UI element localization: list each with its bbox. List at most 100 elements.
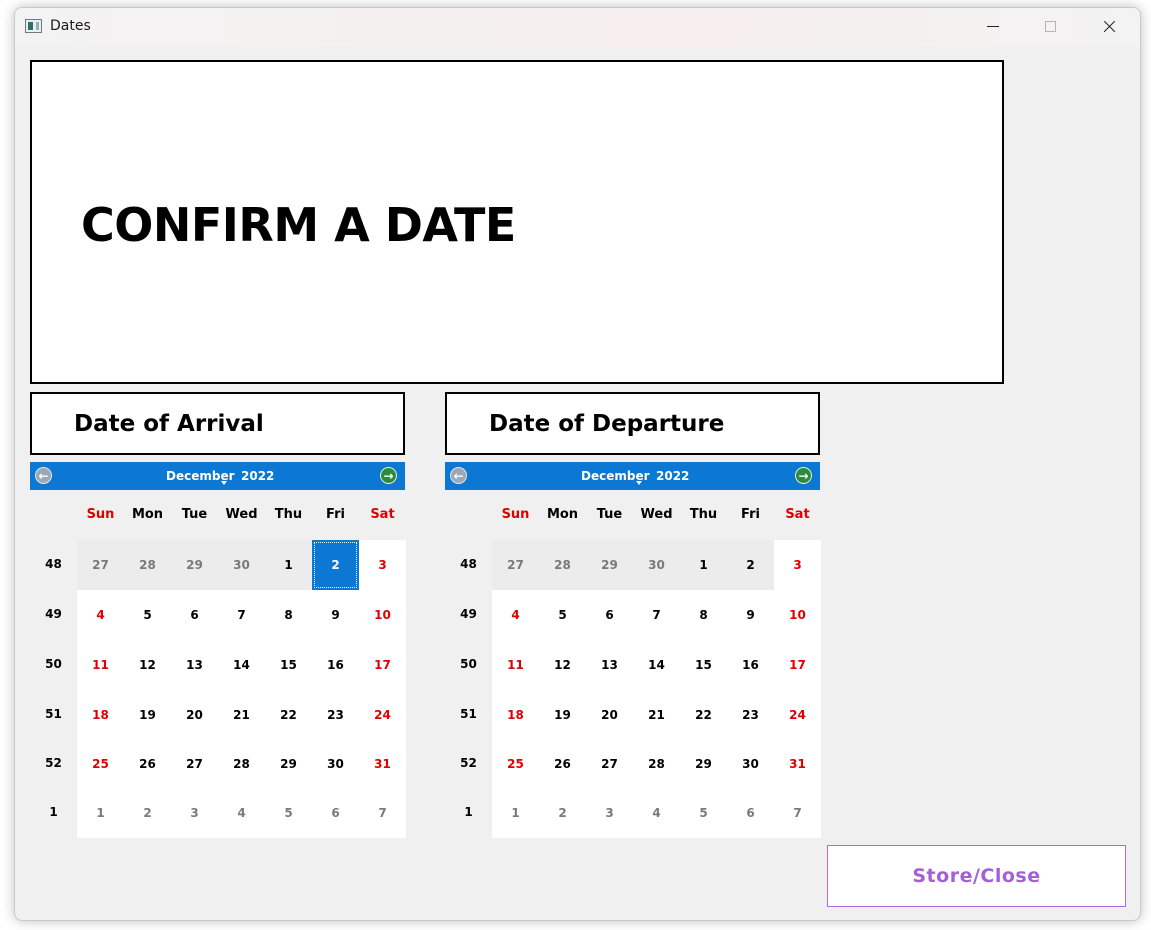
calendar-day[interactable]: 2 <box>539 788 586 838</box>
calendar-day[interactable]: 9 <box>727 590 774 640</box>
calendar-day[interactable]: 23 <box>727 690 774 740</box>
calendar-day[interactable]: 29 <box>171 540 218 590</box>
calendar-day[interactable]: 21 <box>633 690 680 740</box>
calendar-day[interactable]: 29 <box>586 540 633 590</box>
calendar-day[interactable]: 12 <box>539 640 586 690</box>
next-month-icon[interactable]: → <box>795 467 812 484</box>
next-month-icon[interactable]: → <box>380 467 397 484</box>
calendar-day[interactable]: 22 <box>265 690 312 740</box>
calendar-day[interactable]: 4 <box>633 788 680 838</box>
calendar-day[interactable]: 4 <box>77 590 124 640</box>
calendar-day[interactable]: 3 <box>359 540 406 590</box>
calendar-day[interactable]: 28 <box>633 739 680 789</box>
year-selector[interactable]: 2022 <box>241 469 274 483</box>
calendar-day[interactable]: 5 <box>124 590 171 640</box>
calendar-day[interactable]: 28 <box>539 540 586 590</box>
calendar-day[interactable]: 5 <box>539 590 586 640</box>
chevron-down-icon <box>221 481 227 485</box>
calendar-day[interactable]: 7 <box>774 788 821 838</box>
calendar-day[interactable]: 25 <box>492 739 539 789</box>
prev-month-icon[interactable]: ← <box>450 467 467 484</box>
calendar-day[interactable]: 14 <box>633 640 680 690</box>
calendar-day[interactable]: 27 <box>586 739 633 789</box>
calendar-day[interactable]: 27 <box>77 540 124 590</box>
store-close-button[interactable]: Store/Close <box>827 845 1126 907</box>
week-number: 49 <box>45 607 62 621</box>
calendar-day[interactable]: 3 <box>774 540 821 590</box>
calendar-day[interactable]: 16 <box>727 640 774 690</box>
calendar-day[interactable]: 30 <box>312 739 359 789</box>
calendar-day[interactable]: 1 <box>265 540 312 590</box>
calendar-day[interactable]: 11 <box>492 640 539 690</box>
calendar-day[interactable]: 24 <box>359 690 406 740</box>
calendar-day[interactable]: 30 <box>633 540 680 590</box>
calendar-day[interactable]: 8 <box>265 590 312 640</box>
calendar-day[interactable]: 1 <box>492 788 539 838</box>
calendar-day[interactable]: 19 <box>539 690 586 740</box>
calendar-day[interactable]: 22 <box>680 690 727 740</box>
calendar-day[interactable]: 16 <box>312 640 359 690</box>
week-number: 1 <box>464 805 473 819</box>
calendar-day[interactable]: 6 <box>171 590 218 640</box>
calendar-day[interactable]: 5 <box>680 788 727 838</box>
maximize-button[interactable] <box>1028 8 1074 46</box>
calendar-day[interactable]: 6 <box>312 788 359 838</box>
calendar-day[interactable]: 7 <box>633 590 680 640</box>
calendar-day[interactable]: 1 <box>77 788 124 838</box>
calendar-day[interactable]: 12 <box>124 640 171 690</box>
calendar-day[interactable]: 30 <box>727 739 774 789</box>
calendar-day[interactable]: 18 <box>492 690 539 740</box>
calendar-day[interactable]: 28 <box>124 540 171 590</box>
calendar-day[interactable]: 6 <box>727 788 774 838</box>
calendar-day[interactable]: 13 <box>586 640 633 690</box>
calendar-day[interactable]: 19 <box>124 690 171 740</box>
calendar-day[interactable]: 14 <box>218 640 265 690</box>
calendar-day[interactable]: 2 <box>312 540 359 590</box>
calendar-day[interactable]: 23 <box>312 690 359 740</box>
title-bar[interactable]: Dates <box>15 8 1140 46</box>
calendar-day[interactable]: 20 <box>586 690 633 740</box>
calendar-day[interactable]: 29 <box>265 739 312 789</box>
calendar-day[interactable]: 26 <box>124 739 171 789</box>
prev-month-icon[interactable]: ← <box>35 467 52 484</box>
calendar-day[interactable]: 3 <box>586 788 633 838</box>
calendar-day[interactable]: 25 <box>77 739 124 789</box>
calendar-day[interactable]: 15 <box>680 640 727 690</box>
calendar-day[interactable]: 4 <box>492 590 539 640</box>
minimize-button[interactable] <box>970 8 1016 46</box>
calendar-day[interactable]: 7 <box>359 788 406 838</box>
calendar-day[interactable]: 7 <box>218 590 265 640</box>
calendar-day[interactable]: 18 <box>77 690 124 740</box>
calendar-day[interactable]: 30 <box>218 540 265 590</box>
calendar-day[interactable]: 17 <box>774 640 821 690</box>
calendar-day[interactable]: 1 <box>680 540 727 590</box>
calendar-day[interactable]: 9 <box>312 590 359 640</box>
calendar-day[interactable]: 31 <box>359 739 406 789</box>
calendar-day[interactable]: 2 <box>727 540 774 590</box>
calendar-day[interactable]: 2 <box>124 788 171 838</box>
calendar-day[interactable]: 3 <box>171 788 218 838</box>
calendar-day[interactable]: 21 <box>218 690 265 740</box>
calendar-day[interactable]: 10 <box>774 590 821 640</box>
calendar-day[interactable]: 4 <box>218 788 265 838</box>
calendar-day[interactable]: 5 <box>265 788 312 838</box>
calendar-day[interactable]: 28 <box>218 739 265 789</box>
week-number: 52 <box>460 756 477 770</box>
calendar-day[interactable]: 29 <box>680 739 727 789</box>
calendar-day[interactable]: 11 <box>77 640 124 690</box>
calendar-day[interactable]: 27 <box>492 540 539 590</box>
close-button[interactable] <box>1086 8 1132 46</box>
calendar-day[interactable]: 31 <box>774 739 821 789</box>
calendar-day[interactable]: 27 <box>171 739 218 789</box>
calendar-day[interactable]: 13 <box>171 640 218 690</box>
calendar-day[interactable]: 10 <box>359 590 406 640</box>
calendar-day[interactable]: 8 <box>680 590 727 640</box>
calendar-day[interactable]: 15 <box>265 640 312 690</box>
calendar-day[interactable]: 24 <box>774 690 821 740</box>
calendar-day[interactable]: 6 <box>586 590 633 640</box>
arrival-label-box: Date of Arrival <box>30 392 405 455</box>
calendar-day[interactable]: 20 <box>171 690 218 740</box>
calendar-day[interactable]: 26 <box>539 739 586 789</box>
calendar-day[interactable]: 17 <box>359 640 406 690</box>
year-selector[interactable]: 2022 <box>656 469 689 483</box>
